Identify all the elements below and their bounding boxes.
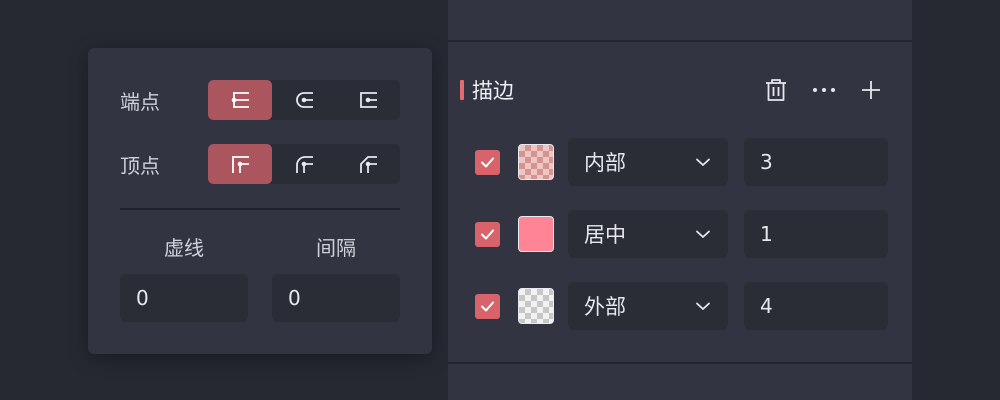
popover-divider <box>120 208 400 210</box>
cap-label: 端点 <box>120 90 160 114</box>
cap-option-round[interactable] <box>272 80 336 120</box>
checkmark-icon <box>481 229 494 240</box>
stroke-enabled-checkbox[interactable] <box>475 150 500 175</box>
gap-input[interactable] <box>272 274 400 322</box>
dash-label: 虚线 <box>164 236 204 260</box>
bevel-join-icon <box>360 156 377 173</box>
section-marker <box>460 80 464 100</box>
chevron-down-icon <box>696 158 710 166</box>
round-join-icon <box>296 156 313 173</box>
more-options-button[interactable] <box>809 75 839 105</box>
stroke-width-input[interactable] <box>744 282 888 330</box>
stroke-color-swatch[interactable] <box>518 144 554 180</box>
stroke-position-value: 外部 <box>584 295 626 319</box>
join-label: 顶点 <box>120 154 160 178</box>
miter-join-icon <box>232 156 249 173</box>
panel-divider-top <box>448 40 912 42</box>
stroke-position-select[interactable]: 内部 <box>568 138 728 186</box>
butt-cap-icon <box>231 92 249 108</box>
stroke-section-title: 描边 <box>472 79 514 103</box>
cap-option-butt[interactable] <box>208 80 272 120</box>
add-stroke-button[interactable] <box>856 75 886 105</box>
join-segmented-control <box>208 144 400 184</box>
chevron-down-icon <box>696 230 710 238</box>
stroke-row: 居中 <box>448 210 912 258</box>
cap-segmented-control <box>208 80 400 120</box>
trash-icon <box>766 79 786 101</box>
checkmark-icon <box>481 301 494 312</box>
join-option-round[interactable] <box>272 144 336 184</box>
checkmark-icon <box>481 157 494 168</box>
stroke-width-input[interactable] <box>744 138 888 186</box>
stroke-position-select[interactable]: 居中 <box>568 210 728 258</box>
stroke-position-select[interactable]: 外部 <box>568 282 728 330</box>
line-style-popover: 端点 顶点 虚线 间隔 0 0 <box>88 48 432 354</box>
stroke-row: 内部 <box>448 138 912 186</box>
add-icon <box>862 81 880 99</box>
properties-panel: 描边 内部 3 居中 1 外部 4 <box>448 0 912 400</box>
square-cap-icon <box>360 92 377 108</box>
stroke-enabled-checkbox[interactable] <box>475 294 500 319</box>
stroke-row: 外部 <box>448 282 912 330</box>
gap-label: 间隔 <box>316 236 356 260</box>
stroke-width-input[interactable] <box>744 210 888 258</box>
round-cap-icon <box>296 92 313 108</box>
dash-input[interactable] <box>120 274 248 322</box>
more-icon <box>813 88 835 92</box>
chevron-down-icon <box>696 302 710 310</box>
join-option-bevel[interactable] <box>336 144 400 184</box>
delete-stroke-button[interactable] <box>761 75 791 105</box>
cap-option-square[interactable] <box>336 80 400 120</box>
panel-divider-bottom <box>448 362 912 364</box>
stroke-enabled-checkbox[interactable] <box>475 222 500 247</box>
stroke-color-swatch[interactable] <box>518 216 554 252</box>
join-option-miter[interactable] <box>208 144 272 184</box>
stroke-position-value: 居中 <box>584 223 626 247</box>
stroke-position-value: 内部 <box>584 151 626 175</box>
stroke-color-swatch[interactable] <box>518 288 554 324</box>
